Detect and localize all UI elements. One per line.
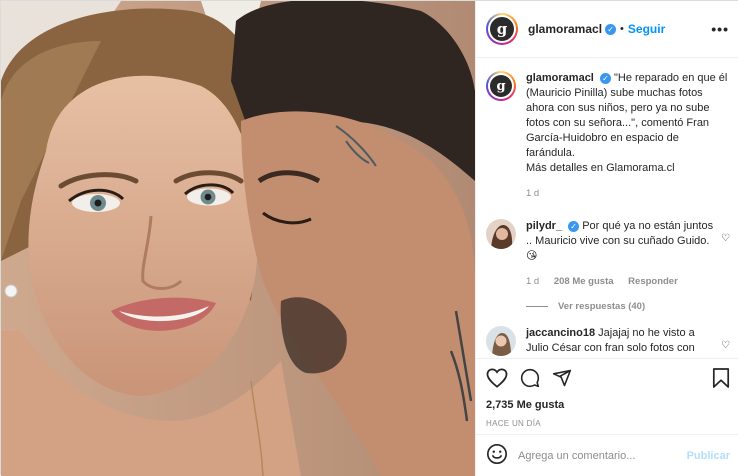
comment-username[interactable]: pilydr_ <box>526 220 562 232</box>
comment-row: pilydr_ ✓ Por qué ya no están juntos .. … <box>486 219 730 289</box>
post-likes-count[interactable]: 2,735 Me gusta <box>486 399 730 411</box>
post-header: g glamoramacl ✓ • Seguir ••• <box>476 1 738 58</box>
comment-age[interactable]: 1 d <box>526 276 539 287</box>
comment-like-heart-icon[interactable]: ♡ <box>718 219 730 289</box>
glamorama-logo: g <box>490 17 514 41</box>
caption-age[interactable]: 1 d <box>526 188 539 199</box>
replies-divider <box>526 306 548 307</box>
post-sidebar: g glamoramacl ✓ • Seguir ••• g glamorama… <box>475 1 738 476</box>
view-replies-label: Ver respuestas (40) <box>558 301 646 312</box>
caption-username[interactable]: glamoramacl <box>526 72 594 84</box>
post-timestamp[interactable]: HACE UN DÍA <box>486 419 730 428</box>
share-icon[interactable] <box>552 368 572 391</box>
caption-text-link: Más detalles en Glamorama.cl <box>526 162 675 174</box>
caption-avatar[interactable]: g <box>486 71 516 101</box>
verified-icon: ✓ <box>599 72 611 84</box>
comment-likes[interactable]: 208 Me gusta <box>554 276 614 287</box>
more-options-icon[interactable]: ••• <box>711 21 729 37</box>
caption-row: g glamoramacl ✓ "He reparado en que él (… <box>486 71 730 201</box>
publish-button[interactable]: Publicar <box>687 450 730 462</box>
comment-row: jaccancino18 Jajajaj no he visto a Julio… <box>486 326 730 356</box>
commenter-avatar[interactable] <box>486 219 516 249</box>
commenter-avatar[interactable] <box>486 326 516 356</box>
verified-icon: ✓ <box>605 23 617 35</box>
author-avatar[interactable]: g <box>486 13 518 45</box>
bookmark-icon[interactable] <box>712 367 730 392</box>
comment-input[interactable] <box>518 449 687 462</box>
glamorama-logo: g <box>490 75 512 97</box>
comment-composer: Publicar <box>476 434 738 476</box>
emoji-icon[interactable] <box>486 443 508 468</box>
post-actions: 2,735 Me gusta HACE UN DÍA <box>476 358 738 428</box>
instagram-post-window: g glamoramacl ✓ • Seguir ••• g glamorama… <box>0 0 738 476</box>
author-username[interactable]: glamoramacl <box>528 22 602 36</box>
verified-icon: ✓ <box>568 220 580 232</box>
comment-username[interactable]: jaccancino18 <box>526 327 595 339</box>
post-photo[interactable] <box>1 1 475 476</box>
caption-text: "He reparado en que él (Mauricio Pinilla… <box>526 72 728 159</box>
view-replies-button[interactable]: Ver respuestas (40) <box>526 301 730 312</box>
comment-icon[interactable] <box>520 368 540 391</box>
comments-list[interactable]: g glamoramacl ✓ "He reparado en que él (… <box>476 59 738 357</box>
header-separator: • <box>620 23 624 35</box>
reply-button[interactable]: Responder <box>628 276 678 287</box>
comment-like-heart-icon[interactable]: ♡ <box>718 326 730 356</box>
heart-icon[interactable] <box>486 367 508 391</box>
follow-button[interactable]: Seguir <box>628 22 665 36</box>
